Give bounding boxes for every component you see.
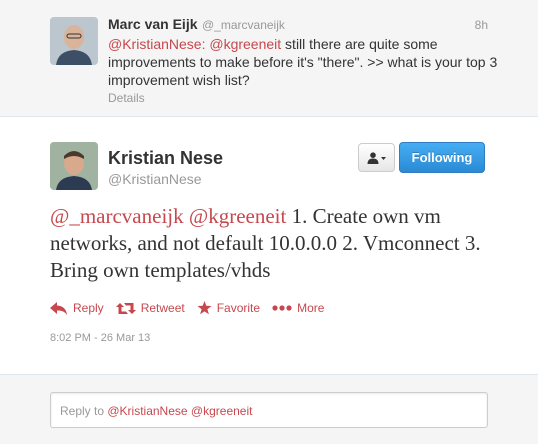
avatar[interactable]: [50, 17, 98, 65]
mention-link[interactable]: @kgreeneit: [209, 36, 281, 52]
tweet-time[interactable]: 8h: [475, 18, 488, 32]
retweet-label: Retweet: [140, 301, 185, 315]
more-label: More: [297, 301, 325, 315]
main-tweet: Kristian Nese @KristianNese Following @_…: [0, 117, 538, 375]
author-handle[interactable]: @_marcvaneijk: [202, 18, 285, 32]
reply-placeholder-prefix: Reply to: [60, 404, 108, 418]
favorite-action[interactable]: Favorite: [197, 301, 260, 315]
tweet-actions: Reply Retweet Favorite More: [50, 299, 336, 317]
mention-link[interactable]: @KristianNese:: [108, 36, 205, 52]
caret-down-icon: [380, 156, 386, 160]
author-name[interactable]: Kristian Nese: [108, 148, 223, 169]
user-icon: [367, 151, 386, 164]
user-actions-dropdown[interactable]: [358, 143, 395, 172]
avatar-photo-icon: [50, 17, 98, 65]
reply-icon: [50, 301, 67, 315]
tweet-text: @_marcvaneijk @kgreeneit 1. Create own v…: [50, 203, 500, 284]
retweet-action[interactable]: Retweet: [115, 301, 185, 315]
tweet-text: @KristianNese: @kgreeneit still there ar…: [108, 35, 504, 89]
star-icon: [197, 301, 212, 315]
avatar[interactable]: [50, 142, 98, 190]
tweet-timestamp[interactable]: 8:02 PM - 26 Mar 13: [50, 332, 150, 344]
reply-action[interactable]: Reply: [50, 301, 104, 315]
details-link[interactable]: Details: [108, 91, 145, 105]
author-handle[interactable]: @KristianNese: [108, 171, 202, 187]
favorite-label: Favorite: [216, 301, 261, 315]
reply-mention: @KristianNese: [107, 404, 188, 418]
reply-input[interactable]: Reply to @KristianNese @kgreeneit: [50, 392, 488, 428]
reply-area: Reply to @KristianNese @kgreeneit: [0, 375, 538, 444]
author-name[interactable]: Marc van Eijk: [108, 16, 198, 32]
reply-label: Reply: [73, 301, 104, 315]
following-button[interactable]: Following: [399, 142, 485, 173]
avatar-photo-icon: [50, 142, 98, 190]
mention-link[interactable]: @kgreeneit: [189, 204, 286, 228]
retweet-icon: [115, 302, 136, 314]
mention-link[interactable]: @_marcvaneijk: [50, 204, 184, 228]
more-action[interactable]: More: [272, 301, 324, 315]
more-dots-icon: [272, 305, 292, 311]
parent-tweet[interactable]: Marc van Eijk @_marcvaneijk 8h @Kristian…: [0, 0, 538, 117]
reply-mention: @kgreeneit: [190, 404, 253, 418]
